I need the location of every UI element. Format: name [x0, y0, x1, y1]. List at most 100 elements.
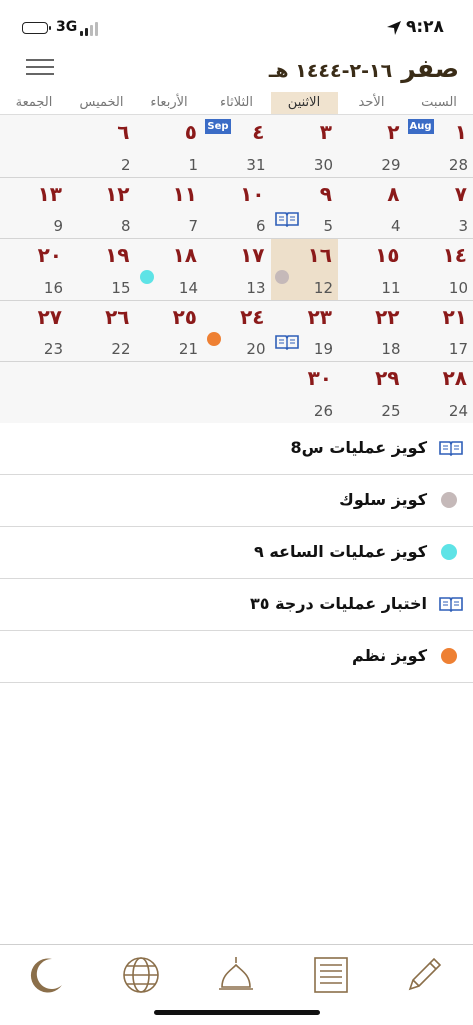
gregorian-day-number: 11 [381, 279, 400, 297]
day-cell[interactable]: ٣٠ 26 [271, 362, 339, 423]
hijri-day-number: ٢٢ [375, 305, 399, 329]
day-cell[interactable]: ٢١ 17 [406, 301, 473, 362]
gregorian-day-number: 21 [179, 340, 198, 358]
day-cell[interactable]: ٩5 [271, 178, 339, 239]
day-cell [136, 362, 204, 423]
day-cell[interactable]: ٢٦22 [68, 301, 136, 362]
day-cell[interactable]: ١٧ 13 [203, 239, 271, 300]
day-cell[interactable]: ٧3 [406, 178, 473, 239]
hijri-day-number: ٢١ [443, 305, 467, 329]
gregorian-month-badge: Sep [205, 119, 231, 134]
event-row[interactable]: اختبار عمليات درجة ٣٥ [0, 579, 473, 631]
gregorian-day-number: 26 [314, 402, 333, 420]
day-cell[interactable]: ٢٨24 [406, 362, 473, 423]
hijri-day-number: ٢٧ [38, 305, 62, 329]
gregorian-day-number: 6 [256, 217, 266, 235]
day-cell[interactable]: ٢٤20 [203, 301, 271, 362]
event-row[interactable]: كويز عمليات س8 [0, 423, 473, 475]
hijri-day-number: ٧ [455, 182, 467, 206]
day-cell[interactable]: ١٢8 [68, 178, 136, 239]
event-title: اختبار عمليات درجة ٣٥ [250, 579, 427, 629]
gregorian-day-number: 5 [323, 217, 333, 235]
open-book-icon [439, 595, 463, 613]
day-cell[interactable]: ٢٧ 23 [1, 301, 69, 362]
gregorian-day-number: 1 [188, 156, 198, 174]
day-cell[interactable]: ١٠ 6 [203, 178, 271, 239]
gregorian-day-number: 23 [44, 340, 63, 358]
day-cell[interactable]: ١٩15 [68, 239, 136, 300]
event-title: كويز سلوك [339, 475, 427, 525]
hijri-day-number: ١٠ [240, 182, 264, 206]
gregorian-day-number: 3 [458, 217, 468, 235]
location-arrow-icon [386, 20, 402, 36]
gregorian-day-number: 18 [381, 340, 400, 358]
gregorian-month-badge: Aug [408, 119, 434, 134]
gregorian-day-number: 19 [314, 340, 333, 358]
gregorian-day-number: 17 [449, 340, 468, 358]
hijri-month-name: صفر [401, 54, 459, 83]
event-row[interactable]: كويز سلوك [0, 475, 473, 527]
hijri-day-number: ٨ [387, 182, 399, 206]
hijri-day-number: ٣٠ [308, 366, 332, 390]
globe-icon[interactable] [119, 953, 163, 997]
crescent-icon[interactable] [22, 953, 66, 997]
weekday-label: الاثنين [271, 92, 338, 114]
event-title: كويز نظم [352, 631, 427, 681]
gregorian-day-number: 8 [121, 217, 131, 235]
hijri-day-number: ١ [455, 120, 467, 144]
hijri-day-number: ١٤ [443, 243, 467, 267]
day-cell[interactable]: ١١7 [136, 178, 204, 239]
notes-list-icon[interactable] [309, 953, 353, 997]
gregorian-day-number: 9 [53, 217, 63, 235]
event-row[interactable]: كويز عمليات الساعه ٩ [0, 527, 473, 579]
gregorian-day-number: 12 [314, 279, 333, 297]
pencil-icon[interactable] [402, 953, 446, 997]
event-dot-icon [140, 270, 154, 284]
day-cell [1, 362, 69, 423]
hijri-day-number: ١١ [173, 182, 197, 206]
event-dot-icon [441, 492, 457, 508]
day-cell[interactable]: ٢٩25 [338, 362, 406, 423]
gregorian-day-number: 13 [246, 279, 265, 297]
day-cell[interactable]: ١٣9 [1, 178, 69, 239]
event-dot-icon [441, 544, 457, 560]
day-cell[interactable]: ١٤10 [406, 239, 473, 300]
hijri-day-number: ٢٣ [308, 305, 332, 329]
day-cell[interactable]: ٣30 [271, 116, 339, 177]
gregorian-day-number: 14 [179, 279, 198, 297]
day-cell[interactable]: ٢٣ 19 [271, 301, 339, 362]
day-cell[interactable]: ٤31Sep [203, 116, 271, 177]
weekday-label: الثلاثاء [203, 92, 270, 114]
hijri-day-number: ٢٥ [173, 305, 197, 329]
day-cell[interactable]: ١٨ 14 [136, 239, 204, 300]
gregorian-day-number: 20 [246, 340, 265, 358]
status-bar: 3G ٩:٢٨ [0, 0, 473, 50]
day-cell[interactable]: ٢٠16 [1, 239, 69, 300]
hijri-day-number: ٢ [387, 120, 399, 144]
event-dot-icon [441, 648, 457, 664]
day-cell[interactable]: ٢29 [338, 116, 406, 177]
page-title[interactable]: صفر ١٦-٢-١٤٤٤ هـ [269, 54, 459, 83]
day-cell[interactable]: ٢٢ 18 [338, 301, 406, 362]
day-cell[interactable]: ٥1 [136, 116, 204, 177]
day-cell[interactable]: ٢٥ 21 [136, 301, 204, 362]
day-cell[interactable]: ٦2 [68, 116, 136, 177]
hijri-day-number: ١٨ [173, 243, 197, 267]
hijri-day-number: ٢٩ [375, 366, 399, 390]
event-title: كويز عمليات س8 [291, 423, 427, 473]
day-cell[interactable]: ١٥11 [338, 239, 406, 300]
menu-button[interactable] [26, 58, 54, 76]
day-cell[interactable]: ٨4 [338, 178, 406, 239]
day-cell[interactable]: ١28Aug [406, 116, 473, 177]
mosque-dome-icon[interactable] [214, 953, 258, 997]
event-row[interactable]: كويز نظم [0, 631, 473, 683]
gregorian-day-number: 2 [121, 156, 131, 174]
weekday-label: الأحد [338, 92, 405, 114]
event-dot-icon [207, 332, 221, 346]
day-cell [68, 362, 136, 423]
gregorian-day-number: 24 [449, 402, 468, 420]
day-cell-today[interactable]: ١٦12 [271, 239, 339, 300]
day-cell [203, 362, 271, 423]
hijri-day-number: ٤ [252, 120, 264, 144]
hijri-day-number: ١٧ [240, 243, 264, 267]
